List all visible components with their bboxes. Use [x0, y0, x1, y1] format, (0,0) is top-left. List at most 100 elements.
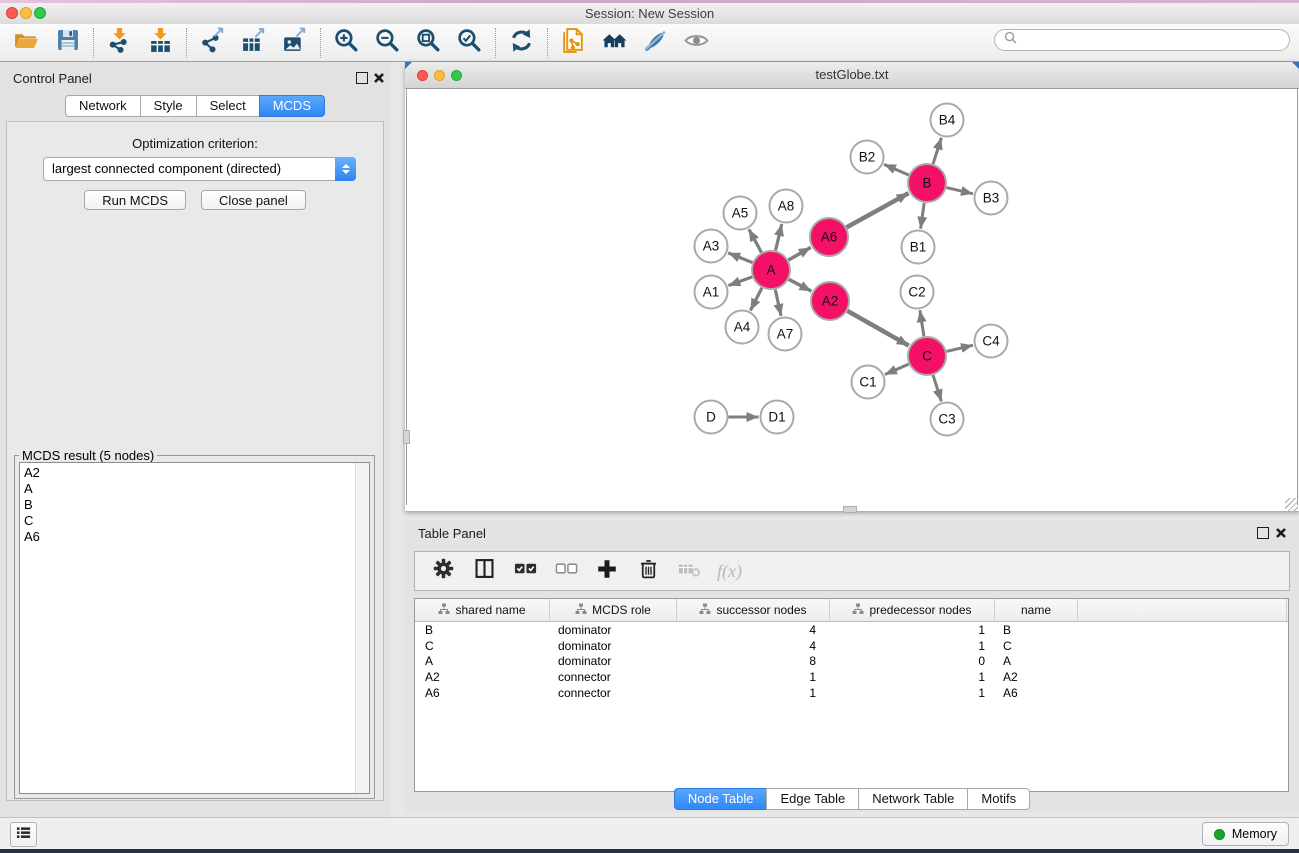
zoom-out-button[interactable] [367, 26, 408, 60]
column-header-MCDS-role[interactable]: MCDS role [550, 599, 677, 621]
close-panel-icon[interactable] [373, 71, 385, 83]
column-header-predecessor-nodes[interactable]: predecessor nodes [830, 599, 995, 621]
graph-node-C1[interactable]: C1 [852, 366, 885, 399]
show-graphics-details-button[interactable] [676, 26, 717, 60]
graph-node-A2[interactable]: A2 [811, 282, 849, 320]
zoom-in-button[interactable] [326, 26, 367, 60]
refresh-view-button[interactable] [501, 26, 542, 60]
graph-node-A7[interactable]: A7 [769, 318, 802, 351]
graph-node-B[interactable]: B [908, 164, 946, 202]
table-row[interactable]: Bdominator41B [415, 622, 1288, 638]
splitter-handle[interactable] [843, 506, 857, 513]
tab-node-table[interactable]: Node Table [674, 788, 768, 810]
result-item[interactable]: A [20, 481, 369, 497]
close-window-button[interactable] [6, 7, 18, 19]
resize-grip-icon[interactable] [1285, 498, 1298, 511]
result-item[interactable]: A6 [20, 529, 369, 545]
graph-node-B1[interactable]: B1 [902, 231, 935, 264]
graph-node-A5[interactable]: A5 [724, 197, 757, 230]
scrollbar-track[interactable] [355, 463, 369, 793]
table-row[interactable]: A6connector11A6 [415, 685, 1288, 701]
zoom-view-button[interactable] [451, 70, 462, 81]
graph-node-C2[interactable]: C2 [901, 276, 934, 309]
close-panel-icon[interactable] [1275, 526, 1287, 538]
task-history-button[interactable] [10, 822, 37, 847]
graph-node-B2[interactable]: B2 [851, 141, 884, 174]
close-panel-button[interactable]: Close panel [201, 190, 306, 210]
tab-network-table[interactable]: Network Table [858, 788, 968, 810]
graph-node-A3[interactable]: A3 [695, 230, 728, 263]
edge-A-A5[interactable] [749, 229, 762, 252]
edge-B-B3[interactable] [946, 188, 973, 194]
graph-node-A[interactable]: A [752, 251, 790, 289]
network-document-button[interactable] [553, 26, 594, 60]
table-row[interactable]: Adominator80A [415, 654, 1288, 670]
float-panel-icon[interactable] [356, 72, 368, 84]
table-row[interactable]: Cdominator41C [415, 638, 1288, 654]
column-header-name[interactable]: name [995, 599, 1078, 621]
hide-annotations-button[interactable] [635, 26, 676, 60]
graph-node-B3[interactable]: B3 [975, 182, 1008, 215]
deselect-all-button[interactable] [553, 558, 579, 584]
result-item[interactable]: C [20, 513, 369, 529]
graph-node-A1[interactable]: A1 [695, 276, 728, 309]
open-session-button[interactable] [6, 26, 47, 60]
add-column-button[interactable] [594, 558, 620, 584]
graph-node-C3[interactable]: C3 [931, 403, 964, 436]
network-window-titlebar[interactable]: testGlobe.txt [405, 62, 1299, 89]
import-table-button[interactable] [140, 26, 181, 60]
export-network-button[interactable]: ↗ [192, 26, 233, 60]
tab-mcds[interactable]: MCDS [259, 95, 325, 117]
tab-motifs[interactable]: Motifs [967, 788, 1030, 810]
edge-A-A2[interactable] [789, 279, 812, 291]
import-network-button[interactable] [99, 26, 140, 60]
edge-C-C2[interactable] [920, 310, 924, 336]
memory-button[interactable]: Memory [1202, 822, 1289, 846]
tab-style[interactable]: Style [140, 95, 197, 117]
edge-A-A7[interactable] [775, 290, 781, 316]
edge-A-A4[interactable] [750, 288, 762, 311]
splitter-handle[interactable] [403, 430, 410, 444]
edge-B-B4[interactable] [933, 138, 941, 164]
float-panel-icon[interactable] [1257, 527, 1269, 539]
graph-node-A8[interactable]: A8 [770, 190, 803, 223]
result-item[interactable]: A2 [20, 465, 369, 481]
criterion-dropdown[interactable]: largest connected component (directed) [43, 157, 356, 181]
edge-C-C4[interactable] [946, 345, 973, 351]
zoom-window-button[interactable] [34, 7, 46, 19]
table-settings-button[interactable] [430, 558, 456, 584]
split-panel-button[interactable] [471, 558, 497, 584]
edge-C-C1[interactable] [885, 364, 909, 374]
delete-column-button[interactable] [635, 558, 661, 584]
graph-node-B4[interactable]: B4 [931, 104, 964, 137]
save-session-button[interactable] [47, 26, 88, 60]
home-button[interactable] [594, 26, 635, 60]
edge-A6-B[interactable] [847, 193, 909, 227]
graph-node-A4[interactable]: A4 [726, 311, 759, 344]
column-header-shared-name[interactable]: shared name [415, 599, 550, 621]
edge-A-A6[interactable] [788, 247, 810, 260]
edge-B-B2[interactable] [884, 164, 909, 175]
edge-A2-C[interactable] [847, 311, 908, 346]
edge-C-C3[interactable] [933, 375, 941, 401]
select-all-button[interactable] [512, 558, 538, 584]
edge-A-A8[interactable] [776, 224, 782, 251]
search-input[interactable] [1023, 32, 1280, 48]
tab-network[interactable]: Network [65, 95, 141, 117]
tab-edge-table[interactable]: Edge Table [766, 788, 859, 810]
run-mcds-button[interactable]: Run MCDS [84, 190, 186, 210]
export-image-button[interactable]: ↗ [274, 26, 315, 60]
minimize-view-button[interactable] [434, 70, 445, 81]
edge-A-A3[interactable] [728, 253, 752, 263]
edge-B-B1[interactable] [921, 203, 925, 229]
table-row[interactable]: A2connector11A2 [415, 669, 1288, 685]
graph-node-D1[interactable]: D1 [761, 401, 794, 434]
edge-A-A1[interactable] [728, 277, 752, 286]
zoom-fit-button[interactable] [408, 26, 449, 60]
close-view-button[interactable] [417, 70, 428, 81]
zoom-selected-button[interactable] [449, 26, 490, 60]
result-item[interactable]: B [20, 497, 369, 513]
graph-node-D[interactable]: D [695, 401, 728, 434]
graph-node-A6[interactable]: A6 [810, 218, 848, 256]
column-header-successor-nodes[interactable]: successor nodes [677, 599, 830, 621]
